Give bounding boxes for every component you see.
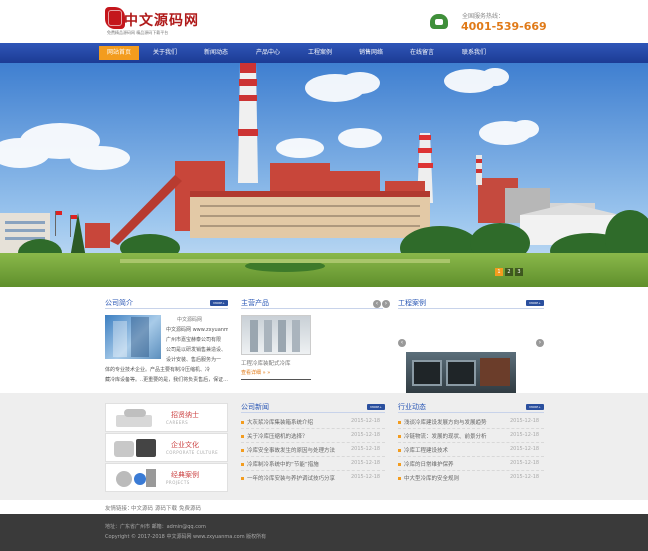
logo-subtitle: 免费精品源码网 精品源码下载平台 [107,30,169,35]
case-image [406,352,516,394]
cases-next-button[interactable]: › [536,339,544,347]
industry-news-title: 行业动态 [398,403,426,411]
friend-link[interactable]: 中文源码 [131,504,153,512]
culture-icon [112,437,160,459]
product-details-link[interactable]: 查看详细 » » [241,369,311,376]
industry-news-item[interactable]: 冷库的日常维护保养 2015-12-18 [398,460,544,471]
about-title: 公司简介 [105,299,133,307]
careers-subtitle: CAREERS [166,420,189,425]
cases-more-button[interactable]: MORE+ [526,300,544,306]
about-line-5: 体的专业技术企业。产品主要有制冷压缩机、冷 [105,367,211,373]
about-divider [105,308,228,309]
seal-icon [105,7,125,29]
about-line-6: 藏冷库设备等。..更重要的是，我们将负责售后，保证... [105,377,228,383]
products-title: 主营产品 [241,299,269,307]
about-image [105,315,161,359]
culture-title: 企业文化 [171,441,199,449]
company-news-item[interactable]: 关于冷库压缩机的选择？ 2015-12-18 [241,432,385,443]
cases-title: 工程案例 [398,299,426,307]
banner-dot-1[interactable]: 1 [495,268,503,276]
industry-news-divider [398,412,544,413]
footer-copyright: Copyright © 2017-2018 中文源码网 www.zxyuanma… [105,534,267,540]
power-plant-illustration [0,63,648,287]
nav-item-message[interactable]: 在线留言 [400,46,444,60]
about-heading: 中文源码网 [177,317,203,323]
phone-icon [430,14,448,29]
banner-dot-2[interactable]: 2 [505,268,513,276]
friend-link[interactable]: 免费源码 [179,504,201,512]
cases-divider [398,308,544,309]
logo-title: 中文源码网 [124,13,199,29]
industry-news-item[interactable]: 冷链物流：发展的现状、前景分析 2015-12-18 [398,432,544,443]
nav-item-home[interactable]: 网站首页 [99,46,139,60]
careers-link[interactable]: 招贤纳士 CAREERS [105,403,228,432]
site-logo[interactable]: 中文源码网 免费精品源码网 精品源码下载平台 [105,7,215,37]
company-news-item[interactable]: 大灰浆冷库集装箱系统介绍 2015-12-18 [241,418,385,429]
friend-links-label: 友情链接： [105,506,133,512]
careers-title: 招贤纳士 [171,411,199,419]
about-more-button[interactable]: MORE+ [210,300,228,306]
main-nav: 网站首页 关于我们 新闻动态 产品中心 工程案例 销售网络 在线留言 联系我们 [0,43,648,63]
company-news-item[interactable]: 一年的冷库安装与养护调试技巧分享 2015-12-18 [241,474,385,483]
hotline: 全国服务热线： 4001-539-669 [430,10,550,36]
company-news-title: 公司新闻 [241,403,269,411]
industry-news-item[interactable]: 冷库工程建设技术 2015-12-18 [398,446,544,457]
product-underline [241,379,311,380]
nav-item-products[interactable]: 产品中心 [246,46,290,60]
products-next-button[interactable]: › [382,300,390,308]
projects-subtitle: PROJECTS [166,480,190,485]
projects-title: 经典案例 [171,471,199,479]
friend-link[interactable]: 源码下载 [155,504,177,512]
company-news-divider [241,412,385,413]
careers-icon [112,407,160,429]
cases-prev-button[interactable]: ‹ [398,339,406,347]
nav-item-cases[interactable]: 工程案例 [298,46,342,60]
product-image [241,315,311,355]
products-divider [241,308,383,309]
product-caption[interactable]: 工程冷库装配式冷库 [241,359,311,367]
company-news-more-button[interactable]: MORE+ [367,404,385,410]
about-line-4: 设计安装、售后服务为一 [166,357,222,363]
hero-banner[interactable]: 1 2 3 [0,63,648,287]
culture-link[interactable]: 企业文化 CORPORATE CULTURE [105,433,228,462]
footer-address: 地址：广东省广州市 邮箱：admin@qq.com [105,524,206,530]
site-header: 中文源码网 免费精品源码网 精品源码下载平台 全国服务热线： 4001-539-… [0,0,648,43]
products-prev-button[interactable]: ‹ [373,300,381,308]
projects-icon [112,467,160,489]
hotline-label: 全国服务热线： [462,13,505,20]
company-news-item[interactable]: 冷库制冷系统中的“节能”措施 2015-12-18 [241,460,385,471]
industry-news-more-button[interactable]: MORE+ [526,404,544,410]
nav-item-sales[interactable]: 销售网络 [349,46,393,60]
projects-link[interactable]: 经典案例 PROJECTS [105,463,228,492]
nav-item-about[interactable]: 关于我们 [145,46,185,60]
industry-news-item[interactable]: 浅谈冷库建设发展方向与发展趋势 2015-12-18 [398,418,544,429]
about-line-2: 广州市嘉宝赫泰公司有限 [166,337,222,343]
culture-subtitle: CORPORATE CULTURE [166,450,219,455]
industry-news-item[interactable]: 中大型冷库的安全规则 2015-12-18 [398,474,544,483]
friend-links: 友情链接： 中文源码 源码下载 免费源码 [0,500,648,514]
site-footer: 地址：广东省广州市 邮箱：admin@qq.com Copyright © 20… [0,514,648,551]
nav-item-news[interactable]: 新闻动态 [194,46,238,60]
nav-item-contact[interactable]: 联系我们 [452,46,496,60]
about-line-1: 中文源码网 www.zxyuanma.com [166,327,228,333]
about-line-3: 公司是以研发销售兼造设、 [166,347,227,353]
hotline-number: 4001-539-669 [461,20,547,33]
company-news-item[interactable]: 冷库安全事故发生的原因与处理方法 2015-12-18 [241,446,385,457]
banner-dot-3[interactable]: 3 [515,268,523,276]
